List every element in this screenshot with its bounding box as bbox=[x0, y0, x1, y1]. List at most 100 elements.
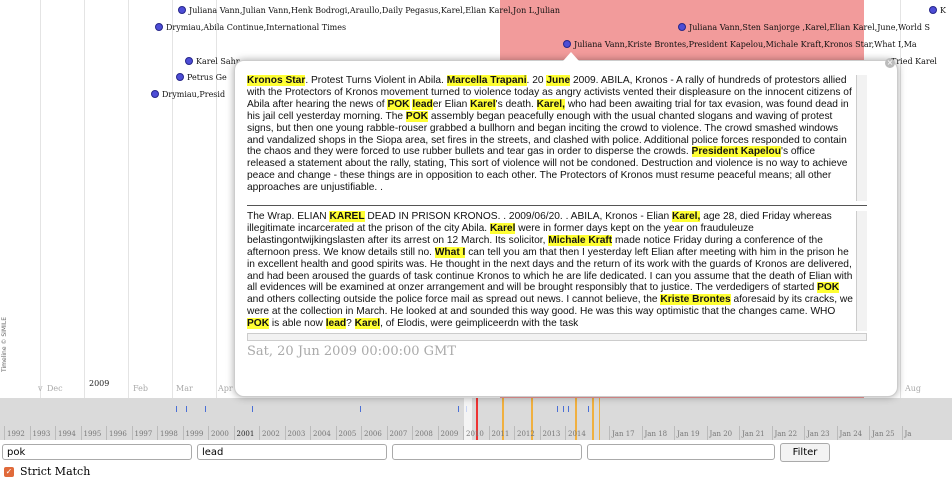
overview-label: 2014 bbox=[568, 430, 586, 438]
grid-line bbox=[172, 0, 173, 398]
simile-branding[interactable]: Timeline © SIMILE bbox=[1, 317, 8, 372]
axis-label: Aug bbox=[905, 384, 922, 393]
axis-label: Feb bbox=[133, 384, 148, 393]
timeline-event[interactable]: Drymiau,Abila Continue,International Tim… bbox=[155, 21, 346, 33]
event-label: Juliana Vann,Julian Vann,Henk Bodrogi,Ar… bbox=[189, 5, 561, 15]
event-dot-icon bbox=[151, 90, 159, 98]
event-dot-icon bbox=[176, 73, 184, 81]
overview-cell-divider bbox=[641, 426, 644, 440]
search-highlight: Karel bbox=[354, 318, 381, 330]
article-text-segment: The Wrap. ELIAN bbox=[247, 211, 330, 222]
article-text-segment: , of Elodis, were geimpliceerdn with the… bbox=[380, 318, 579, 330]
filter-bar: Filter bbox=[0, 443, 952, 463]
search-highlight: lead bbox=[325, 318, 347, 330]
article-text-segment: . 20 bbox=[526, 75, 547, 86]
search-highlight: POK bbox=[817, 282, 840, 294]
event-tick bbox=[360, 406, 361, 412]
search-highlight: Karel bbox=[489, 222, 516, 234]
event-date: Sat, 20 Jun 2009 00:00:00 GMT bbox=[247, 344, 457, 359]
overview-cell-divider bbox=[361, 426, 363, 440]
overview-label: 2013 bbox=[542, 430, 561, 438]
overview-label: Jan 23 bbox=[807, 430, 830, 438]
strict-match-checkbox[interactable]: ✓ bbox=[4, 466, 14, 477]
event-tick bbox=[205, 406, 206, 412]
strict-match-option[interactable]: ✓ Strict Match bbox=[4, 465, 90, 478]
overview-label: 1992 bbox=[7, 430, 25, 438]
popup-pointer bbox=[563, 52, 579, 61]
overview-label: Jan 24 bbox=[839, 430, 863, 438]
event-tick bbox=[563, 406, 564, 412]
grid-line bbox=[84, 0, 85, 398]
overview-cell-divider bbox=[182, 426, 185, 440]
overview-label: 2000 bbox=[211, 430, 229, 438]
event-tick bbox=[557, 406, 558, 412]
timeline-event[interactable]: Tried Karel bbox=[891, 55, 937, 67]
filter-input-2[interactable] bbox=[197, 444, 387, 460]
overview-label: 2002 bbox=[262, 430, 280, 438]
horizontal-scrollbar[interactable] bbox=[247, 333, 867, 341]
timeline-event[interactable]: Juliana Vann,Julian Vann,Henk Bodrogi,Ar… bbox=[178, 4, 560, 16]
axis-label: Dec bbox=[47, 384, 63, 393]
event-tick bbox=[252, 406, 253, 412]
article-text-segment: . Protest Turns Violent in Abila. bbox=[305, 75, 447, 86]
article-scrollbar[interactable] bbox=[856, 211, 867, 331]
search-highlight: KAREL bbox=[329, 211, 365, 222]
article-panel[interactable]: The Wrap. ELIAN KAREL DEAD IN PRISON KRO… bbox=[247, 211, 867, 331]
overview-label: Ja bbox=[904, 430, 912, 438]
overview-label: Jan 20 bbox=[709, 430, 733, 438]
overview-cell-divider bbox=[539, 426, 542, 440]
overview-label: Jan 21 bbox=[742, 430, 765, 438]
overview-label: 2003 bbox=[287, 430, 306, 438]
grid-line bbox=[40, 0, 41, 398]
highlight-marker bbox=[599, 398, 600, 440]
overview-cell-divider bbox=[284, 426, 287, 440]
overview-cell-divider bbox=[565, 426, 567, 440]
timeline-event[interactable]: Petrus Ge bbox=[176, 71, 227, 83]
overview-label: 2009 bbox=[440, 430, 459, 438]
timeline-event[interactable]: Juliana Vann,Kriste Brontes,President Ka… bbox=[563, 38, 917, 50]
filter-input-3[interactable] bbox=[392, 444, 582, 460]
event-label: Drymiau,Presid bbox=[162, 89, 226, 99]
overview-cell-divider bbox=[386, 426, 389, 440]
overview-label: 2005 bbox=[338, 430, 357, 438]
search-highlight: lead bbox=[412, 98, 433, 110]
overview-label: Jan 17 bbox=[612, 430, 635, 438]
timeline-event[interactable]: Drymiau,Presid bbox=[151, 88, 225, 100]
overview-cell-divider bbox=[609, 426, 611, 440]
search-highlight: Karel, bbox=[536, 98, 565, 110]
event-dot-icon bbox=[185, 57, 193, 65]
grid-line bbox=[128, 0, 129, 398]
event-dot-icon bbox=[178, 6, 186, 14]
article-text-segment: DEAD IN PRISON KRONOS. . 2009/06/20. . A… bbox=[364, 211, 673, 222]
article-panel[interactable]: Kronos Star. Protest Turns Violent in Ab… bbox=[247, 75, 867, 201]
overview-label: 1999 bbox=[185, 430, 204, 438]
axis-label: Mar bbox=[176, 384, 193, 393]
search-highlight: Marcella Trapani bbox=[446, 75, 527, 86]
timeline-overview-band[interactable]: 1992 1993 1994 1995 1996 1997 1998 1999 2000 2001… bbox=[0, 398, 952, 440]
event-dot-icon bbox=[155, 23, 163, 31]
filter-button[interactable]: Filter bbox=[780, 443, 830, 462]
timeline-event[interactable]: K bbox=[929, 4, 946, 16]
event-label: Tried Karel bbox=[891, 56, 937, 66]
overview-cell-divider bbox=[310, 426, 312, 440]
overview-label: 2010 bbox=[466, 430, 484, 438]
search-highlight: Kriste Brontes bbox=[660, 294, 731, 306]
article-scrollbar[interactable] bbox=[856, 75, 867, 201]
article-text-segment: 's death. bbox=[495, 98, 537, 110]
filter-input-1[interactable] bbox=[2, 444, 192, 460]
overview-label: 2011 bbox=[491, 430, 510, 438]
overview-cell-divider bbox=[463, 426, 465, 440]
event-tick bbox=[186, 406, 187, 412]
filter-input-4[interactable] bbox=[587, 444, 775, 460]
overview-label: 1995 bbox=[83, 430, 102, 438]
event-tick bbox=[458, 406, 459, 412]
overview-cell-divider bbox=[488, 426, 491, 440]
timeline-event[interactable]: Juliana Vann,Sten Sanjorge ,Karel,Elian … bbox=[678, 21, 930, 33]
event-tick bbox=[568, 406, 569, 412]
overview-cell-divider bbox=[131, 426, 134, 440]
event-dot-icon bbox=[929, 6, 937, 14]
close-icon[interactable]: × bbox=[885, 58, 895, 68]
event-dot-icon bbox=[563, 40, 571, 48]
article-text-segment: is able now bbox=[269, 318, 326, 330]
event-popup: Kronos Star. Protest Turns Violent in Ab… bbox=[234, 60, 898, 397]
